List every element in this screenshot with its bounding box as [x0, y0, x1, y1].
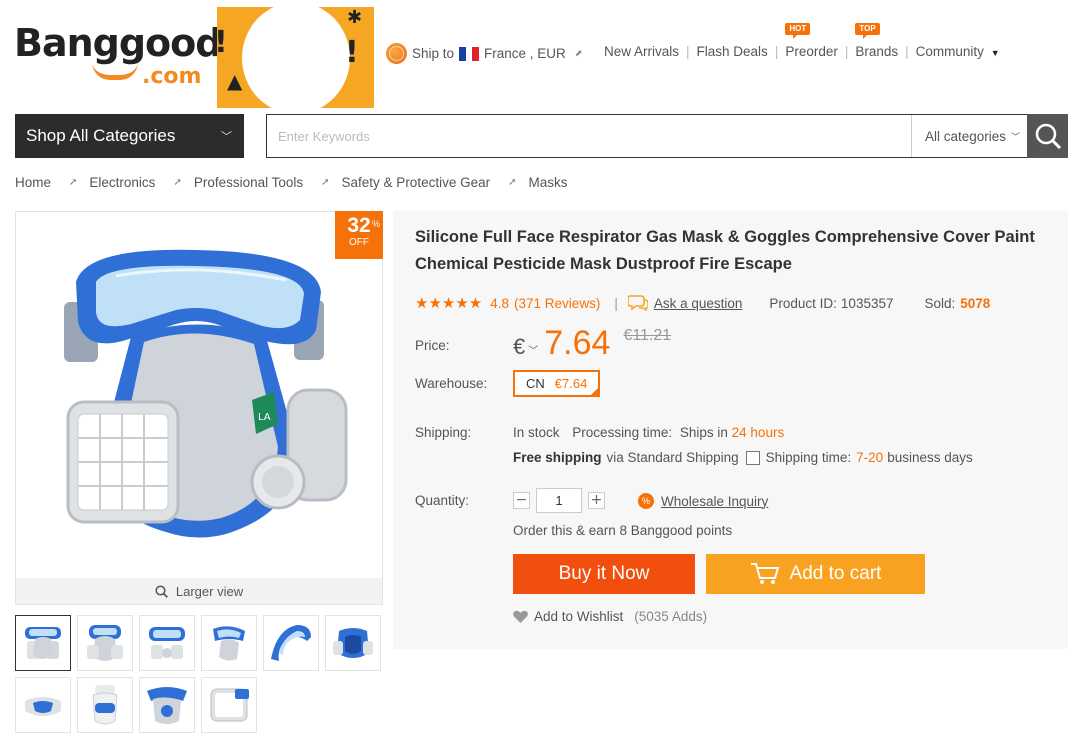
- product-id-label: Product ID:: [769, 295, 837, 311]
- decrease-quantity-button[interactable]: −: [513, 492, 530, 509]
- star-rating-icon: ★★★★★: [415, 295, 483, 312]
- quantity-label: Quantity:: [415, 493, 470, 508]
- respirator-mask-image: LA: [64, 249, 348, 538]
- search-button[interactable]: [1027, 114, 1068, 158]
- magnifier-icon: [155, 584, 168, 598]
- larger-view-button[interactable]: Larger view: [16, 578, 382, 604]
- logo-suffix: .com: [142, 64, 202, 89]
- product-id: 1035357: [840, 295, 894, 311]
- chevron-down-icon: ﹀: [221, 131, 232, 143]
- caret-down-icon: ▼: [990, 48, 1000, 58]
- top-tag: TOP: [855, 23, 880, 39]
- breadcrumb-arrow-icon: ➚: [173, 177, 182, 188]
- logo-smile: [92, 62, 138, 80]
- thumbnail[interactable]: [201, 677, 257, 733]
- top-navigation: New Arrivals | Flash Deals | HOT Preorde…: [604, 23, 1000, 59]
- main-product-image[interactable]: LA 32 % OFF Larger view: [15, 211, 383, 605]
- chevron-down-icon[interactable]: ﹀: [528, 342, 538, 357]
- quantity-stepper: − 1 +: [513, 488, 605, 513]
- cart-icon: [750, 563, 779, 584]
- current-price: 7.64: [544, 324, 611, 362]
- svg-text:LA: LA: [258, 412, 271, 423]
- ship-to-label: Ship to: [412, 46, 455, 61]
- price-row: € ﹀ 7.64 €11.21: [513, 324, 671, 363]
- rating-value[interactable]: 4.8: [490, 296, 509, 311]
- country-currency: France , EUR: [484, 46, 566, 61]
- breadcrumb-masks[interactable]: Masks: [529, 175, 568, 190]
- thumbnail[interactable]: [15, 615, 71, 671]
- breadcrumb-electronics[interactable]: Electronics: [89, 175, 155, 190]
- thumbnail[interactable]: [15, 677, 71, 733]
- breadcrumb-professional-tools[interactable]: Professional Tools: [194, 175, 303, 190]
- reviews-link[interactable]: (371 Reviews): [514, 296, 600, 311]
- france-flag-icon: [459, 46, 480, 61]
- wholesale-icon: %: [638, 493, 654, 509]
- thumbnail[interactable]: [325, 615, 381, 671]
- breadcrumb-arrow-icon: ➚: [508, 177, 517, 188]
- category-select[interactable]: All categories ﹀: [911, 115, 1027, 157]
- search-icon: [1035, 123, 1061, 150]
- thumbnail[interactable]: [263, 615, 319, 671]
- buy-now-button[interactable]: Buy it Now: [513, 554, 695, 594]
- nav-community[interactable]: Community ▼: [916, 44, 1000, 59]
- product-title: Silicone Full Face Respirator Gas Mask &…: [415, 228, 1035, 273]
- add-to-cart-button[interactable]: Add to cart: [706, 554, 925, 594]
- ship-to-selector[interactable]: Ship to France , EUR ⬈: [386, 43, 582, 64]
- chevron-icon: ⬈: [574, 48, 583, 58]
- rating-row: ★★★★★ 4.8 (371 Reviews) | Ask a question…: [415, 295, 991, 312]
- chevron-down-icon: ﹀: [1011, 131, 1021, 142]
- search-bar: All categories ﹀: [266, 114, 1028, 158]
- breadcrumb-safety-gear[interactable]: Safety & Protective Gear: [342, 175, 491, 190]
- increase-quantity-button[interactable]: +: [588, 492, 605, 509]
- speech-bubble-icon: [627, 295, 648, 312]
- selected-check-icon: [590, 387, 599, 396]
- promo-banner[interactable]: ! ! ▲ ✱: [217, 7, 374, 108]
- banggood-logo[interactable]: Banggood .com: [14, 21, 222, 89]
- original-price: €11.21: [623, 327, 672, 344]
- shop-all-categories-button[interactable]: Shop All Categories ﹀: [15, 114, 244, 158]
- discount-badge: 32 % OFF: [335, 211, 383, 259]
- logo-word: Banggood: [14, 21, 222, 65]
- breadcrumb-arrow-icon: ➚: [69, 177, 78, 188]
- breadcrumb-arrow-icon: ➚: [321, 177, 330, 188]
- warehouse-label: Warehouse:: [415, 376, 488, 391]
- breadcrumb-home[interactable]: Home: [15, 175, 51, 190]
- thumbnail-strip: [15, 615, 385, 733]
- heart-icon: [513, 610, 528, 623]
- search-input[interactable]: [267, 115, 911, 157]
- hot-tag: HOT: [785, 23, 811, 39]
- thumbnail[interactable]: [201, 615, 257, 671]
- sold-label: Sold:: [924, 295, 956, 311]
- currency-selector[interactable]: €: [513, 334, 525, 360]
- globe-icon: [386, 43, 407, 64]
- thumbnail[interactable]: [77, 677, 133, 733]
- nav-new-arrivals[interactable]: New Arrivals: [604, 44, 679, 59]
- nav-flash-deals[interactable]: Flash Deals: [697, 44, 768, 59]
- warehouse-option-cn[interactable]: CN €7.64: [513, 370, 600, 397]
- nav-preorder[interactable]: HOT Preorder: [785, 23, 838, 59]
- product-detail-panel: Silicone Full Face Respirator Gas Mask &…: [393, 211, 1068, 649]
- thumbnail[interactable]: [139, 677, 195, 733]
- shipping-label: Shipping:: [415, 425, 472, 440]
- stock-processing: In stock Processing time: Ships in 24 ho…: [513, 425, 785, 440]
- ask-question-link[interactable]: Ask a question: [654, 296, 743, 311]
- price-label: Price:: [415, 338, 450, 353]
- shipping-method-dropdown[interactable]: [745, 450, 760, 465]
- thumbnail[interactable]: [77, 615, 133, 671]
- nav-brands[interactable]: TOP Brands: [855, 23, 898, 59]
- shipping-method: Free shipping via Standard Shipping Ship…: [513, 450, 973, 465]
- wholesale-inquiry[interactable]: % Wholesale Inquiry: [638, 493, 768, 509]
- quantity-input[interactable]: 1: [536, 488, 582, 513]
- shipping-method-selector[interactable]: via Standard Shipping: [607, 450, 739, 465]
- thumbnail[interactable]: [139, 615, 195, 671]
- add-to-wishlist[interactable]: Add to Wishlist (5035 Adds): [513, 609, 707, 624]
- breadcrumb: Home ➚ Electronics ➚ Professional Tools …: [15, 175, 568, 190]
- sold-count: 5078: [960, 295, 991, 311]
- earn-points-text: Order this & earn 8 Banggood points: [513, 523, 733, 538]
